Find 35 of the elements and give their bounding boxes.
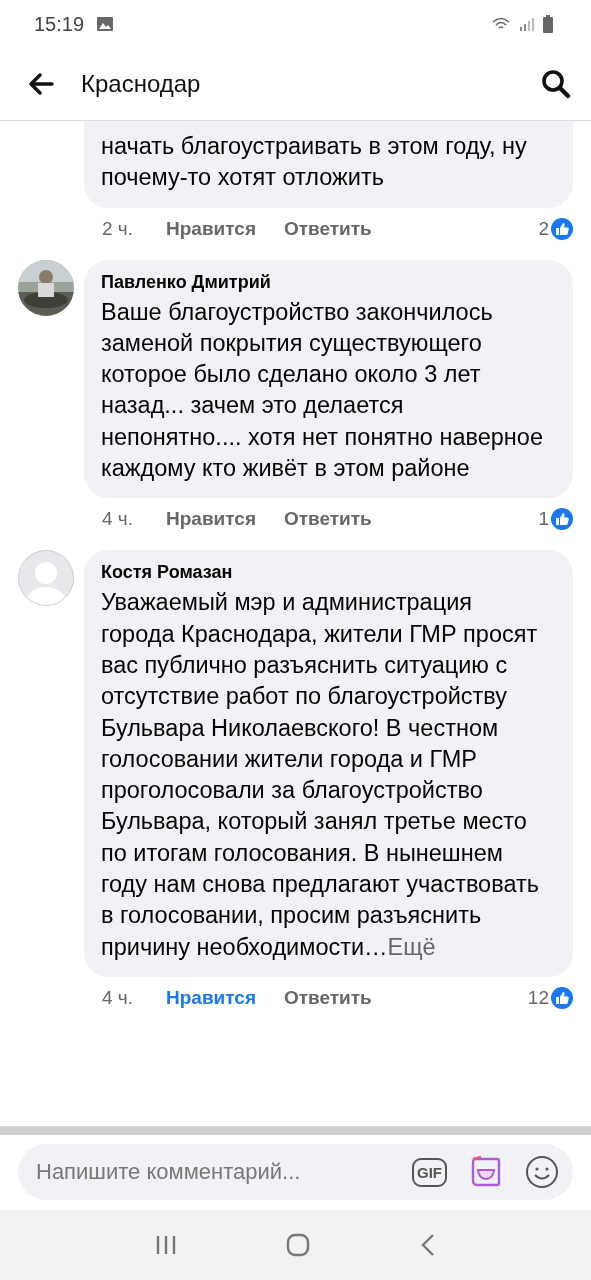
reaction-count: 2 — [538, 217, 549, 240]
status-time: 15:19 — [34, 12, 85, 36]
image-icon — [96, 16, 115, 32]
comment-text: Уважаемый мэр и администрация города Краснодара, жители ГМР просят вас публично разъяснить ситуацию с отсутствие работ по благоустройству Бульвара Николаевского! В честном голосовании жители города и ГМР проголосовали за благоустройство Бульвара, который занял третье место по итогам голосования. В нынешнем году нам снова предлагают участвовать в голосовании, просим разъяснить причину необходимости…Ещё — [101, 588, 540, 962]
reply-link[interactable]: Ответить — [283, 508, 372, 531]
emoji-icon[interactable] — [525, 1155, 559, 1189]
back-arrow-icon[interactable] — [28, 73, 54, 95]
thumbs-up-icon — [551, 217, 573, 240]
like-link[interactable]: Нравится — [166, 217, 256, 240]
sticker-icon[interactable] — [469, 1155, 503, 1189]
thumbs-up-icon — [551, 508, 573, 531]
like-link[interactable]: Нравится — [166, 508, 256, 531]
search-icon[interactable] — [541, 69, 571, 99]
thumbs-up-icon — [551, 986, 573, 1009]
reaction-count: 12 — [527, 986, 549, 1009]
reaction-count: 1 — [538, 508, 549, 531]
back-icon[interactable] — [420, 1233, 437, 1257]
reply-link[interactable]: Ответить — [283, 217, 372, 240]
comment-author[interactable]: Костя Ромазан — [101, 562, 549, 584]
signal-icon — [519, 16, 535, 32]
battery-icon — [543, 15, 553, 33]
comment-author[interactable]: Павленко Дмитрий — [101, 271, 549, 293]
comment-text: Ваше благоустройство закончилось заменой покрытия существующего которое было сделано около 3 лет назад... зачем это делается непонятно.... хотя нет понятно наверное каждому кто живёт в этом районе — [101, 297, 544, 484]
comment-time: 4 ч. — [102, 508, 135, 531]
gif-button[interactable]: GIF — [412, 1157, 447, 1187]
comment-time: 2 ч. — [102, 217, 135, 240]
like-link[interactable]: Нравится — [166, 986, 256, 1009]
home-icon[interactable] — [286, 1233, 311, 1257]
recent-apps-icon[interactable] — [154, 1235, 177, 1255]
page-title: Краснодар — [81, 70, 202, 98]
comment-time: 4 ч. — [102, 986, 135, 1009]
comment-text: начать благоустраивать в этом году, ну почему-то хотят отложить — [101, 132, 528, 193]
see-more-link[interactable]: Ещё — [387, 933, 436, 960]
reply-link[interactable]: Ответить — [283, 986, 372, 1009]
comment-input-field[interactable]: Напишите комментарий... GIF — [18, 1144, 573, 1200]
